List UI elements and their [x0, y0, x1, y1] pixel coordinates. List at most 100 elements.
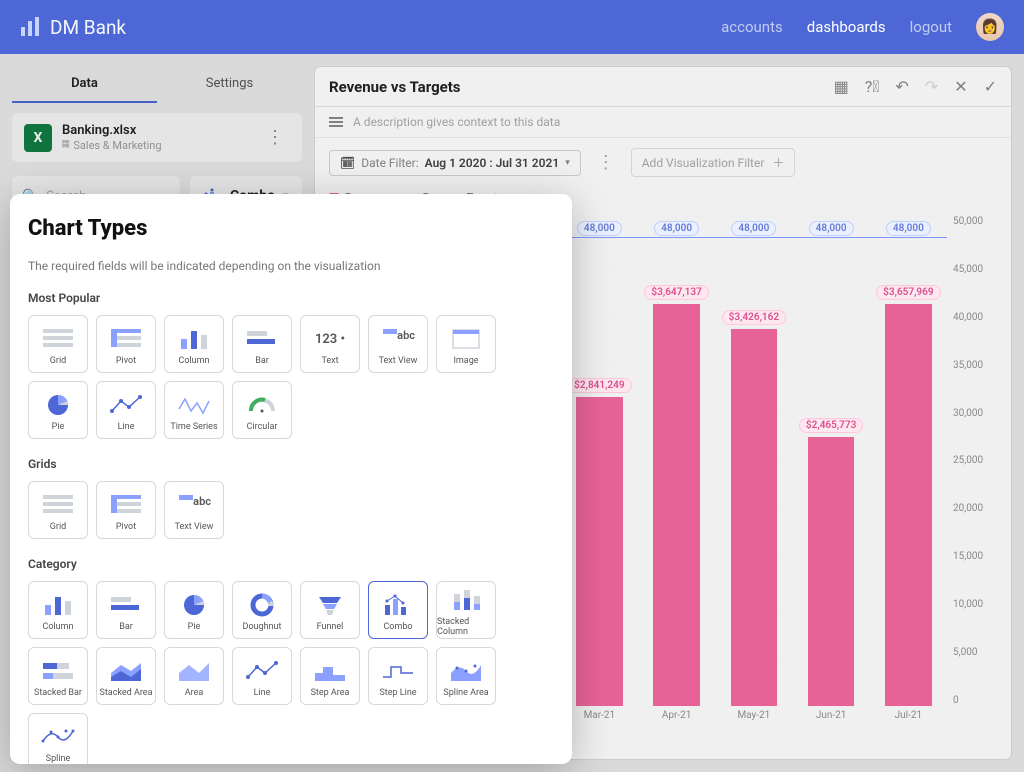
chart-type-label: Pivot	[116, 356, 136, 366]
column-glyph-icon	[41, 592, 75, 618]
plus-icon: ＋	[772, 154, 784, 171]
chart-type-column[interactable]: Column	[164, 315, 224, 373]
value-label: $3,426,162	[722, 310, 786, 325]
chart-type-line[interactable]: Line	[232, 647, 292, 705]
chart-type-label: Text View	[379, 356, 418, 366]
filter-menu-button[interactable]: ⋮	[591, 152, 621, 173]
chart-type-label: Pie	[52, 422, 65, 432]
chart-type-label: Grid	[50, 522, 66, 532]
chart-type-label: Column	[42, 622, 73, 632]
chart-type-pie[interactable]: Pie	[164, 581, 224, 639]
redo-icon[interactable]: ↷	[925, 77, 938, 96]
chart-type-stacked_area[interactable]: Stacked Area	[96, 647, 156, 705]
description-handle-icon[interactable]	[329, 117, 343, 127]
revenue-bar[interactable]	[885, 304, 931, 706]
popover-title: Chart Types	[28, 216, 554, 241]
y-tick: 15,000	[953, 551, 997, 562]
chart-type-doughnut[interactable]: Doughnut	[232, 581, 292, 639]
nav-dashboards[interactable]: dashboards	[807, 18, 886, 36]
revenue-bar[interactable]	[653, 304, 699, 706]
chart-type-label: Pie	[188, 622, 201, 632]
y-tick: 10,000	[953, 599, 997, 610]
chart-type-spline[interactable]: Spline	[28, 713, 88, 764]
area-glyph-icon	[177, 658, 211, 684]
chart-title[interactable]: Revenue vs Targets	[329, 78, 834, 96]
stacked_area-glyph-icon	[109, 658, 143, 684]
chart-type-label: Funnel	[317, 622, 344, 632]
doughnut-glyph-icon	[245, 592, 279, 618]
source-menu-button[interactable]: ⋮	[260, 127, 290, 148]
chart-type-image[interactable]: Image	[436, 315, 496, 373]
chart-type-pivot[interactable]: Pivot	[96, 481, 156, 539]
grid-icon[interactable]: ▦	[834, 77, 849, 96]
y-tick: 45,000	[953, 264, 997, 275]
bar-column: 48,000$3,426,162	[715, 216, 792, 706]
grid-glyph-icon	[41, 326, 75, 352]
undo-icon[interactable]: ↶	[895, 77, 908, 96]
chart-type-grid[interactable]: Grid	[28, 315, 88, 373]
chart-type-label: Spline	[46, 754, 71, 764]
bar-column: 48,000$2,841,249	[561, 216, 638, 706]
chevron-down-icon: ▾	[565, 158, 570, 168]
chart-type-line[interactable]: Line	[96, 381, 156, 439]
description-placeholder[interactable]: A description gives context to this data	[353, 115, 560, 129]
data-source-card[interactable]: X Banking.xlsx 𝄜 Sales & Marketing ⋮	[12, 113, 302, 162]
nav-logout[interactable]: logout	[910, 18, 952, 36]
y-tick: 50,000	[953, 216, 997, 227]
funnel-glyph-icon	[313, 592, 347, 618]
add-filter-button[interactable]: Add Visualization Filter ＋	[631, 148, 796, 177]
chart-type-time_series[interactable]: Time Series	[164, 381, 224, 439]
chart-type-circular[interactable]: Circular	[232, 381, 292, 439]
calendar-icon: 🗓	[340, 156, 355, 170]
chart-type-label: Text View	[175, 522, 214, 532]
chart-type-stacked_column[interactable]: Stacked Column	[436, 581, 496, 639]
time_series-glyph-icon	[177, 392, 211, 418]
logo-icon	[20, 17, 40, 37]
nav-accounts[interactable]: accounts	[721, 18, 783, 36]
tab-data[interactable]: Data	[12, 66, 157, 103]
revenue-bar[interactable]	[731, 329, 777, 706]
app-header: DM Bank accounts dashboards logout 👩	[0, 0, 1024, 54]
tab-settings[interactable]: Settings	[157, 66, 302, 103]
bar-glyph-icon	[245, 326, 279, 352]
revenue-bar[interactable]	[808, 437, 854, 707]
close-icon[interactable]: ✕	[954, 77, 967, 96]
chart-type-label: Bar	[255, 356, 269, 366]
chart-type-text_view[interactable]: abcText View	[164, 481, 224, 539]
chart-type-label: Spline Area	[443, 688, 488, 698]
line-glyph-icon	[245, 658, 279, 684]
confirm-icon[interactable]: ✓	[984, 77, 997, 96]
chart-type-column[interactable]: Column	[28, 581, 88, 639]
chart-type-step_line[interactable]: Step Line	[368, 647, 428, 705]
pie-glyph-icon	[177, 592, 211, 618]
chart-type-text[interactable]: 123 •Text	[300, 315, 360, 373]
chart-type-grid[interactable]: Grid	[28, 481, 88, 539]
chart-type-label: Step Line	[379, 688, 416, 698]
chart-type-spline_area[interactable]: Spline Area	[436, 647, 496, 705]
chart-type-area[interactable]: Area	[164, 647, 224, 705]
target-label: 48,000	[654, 221, 699, 236]
revenue-bar[interactable]	[576, 397, 622, 706]
chart-type-bar[interactable]: Bar	[96, 581, 156, 639]
chart-type-pivot[interactable]: Pivot	[96, 315, 156, 373]
step_area-glyph-icon	[313, 658, 347, 684]
chart-type-bar[interactable]: Bar	[232, 315, 292, 373]
chart-type-combo[interactable]: Combo	[368, 581, 428, 639]
chart-type-step_area[interactable]: Step Area	[300, 647, 360, 705]
chart-types-popover: Chart Types The required fields will be …	[10, 194, 572, 764]
column-glyph-icon	[177, 326, 211, 352]
date-filter-chip[interactable]: 🗓 Date Filter: Aug 1 2020 : Jul 31 2021 …	[329, 150, 581, 176]
chart-type-pie[interactable]: Pie	[28, 381, 88, 439]
x-tick: Jul-21	[870, 710, 947, 730]
help-icon[interactable]: ?⃝	[865, 77, 880, 96]
value-label: $3,657,969	[876, 285, 940, 300]
chart-type-label: Time Series	[170, 422, 217, 432]
chart-type-label: Combo	[383, 622, 412, 632]
user-avatar[interactable]: 👩	[976, 13, 1004, 41]
x-tick: Apr-21	[638, 710, 715, 730]
chart-type-stacked_bar[interactable]: Stacked Bar	[28, 647, 88, 705]
chart-type-text_view[interactable]: abcText View	[368, 315, 428, 373]
chart-type-funnel[interactable]: Funnel	[300, 581, 360, 639]
step_line-glyph-icon	[381, 658, 415, 684]
chart-type-label: Image	[453, 356, 478, 366]
